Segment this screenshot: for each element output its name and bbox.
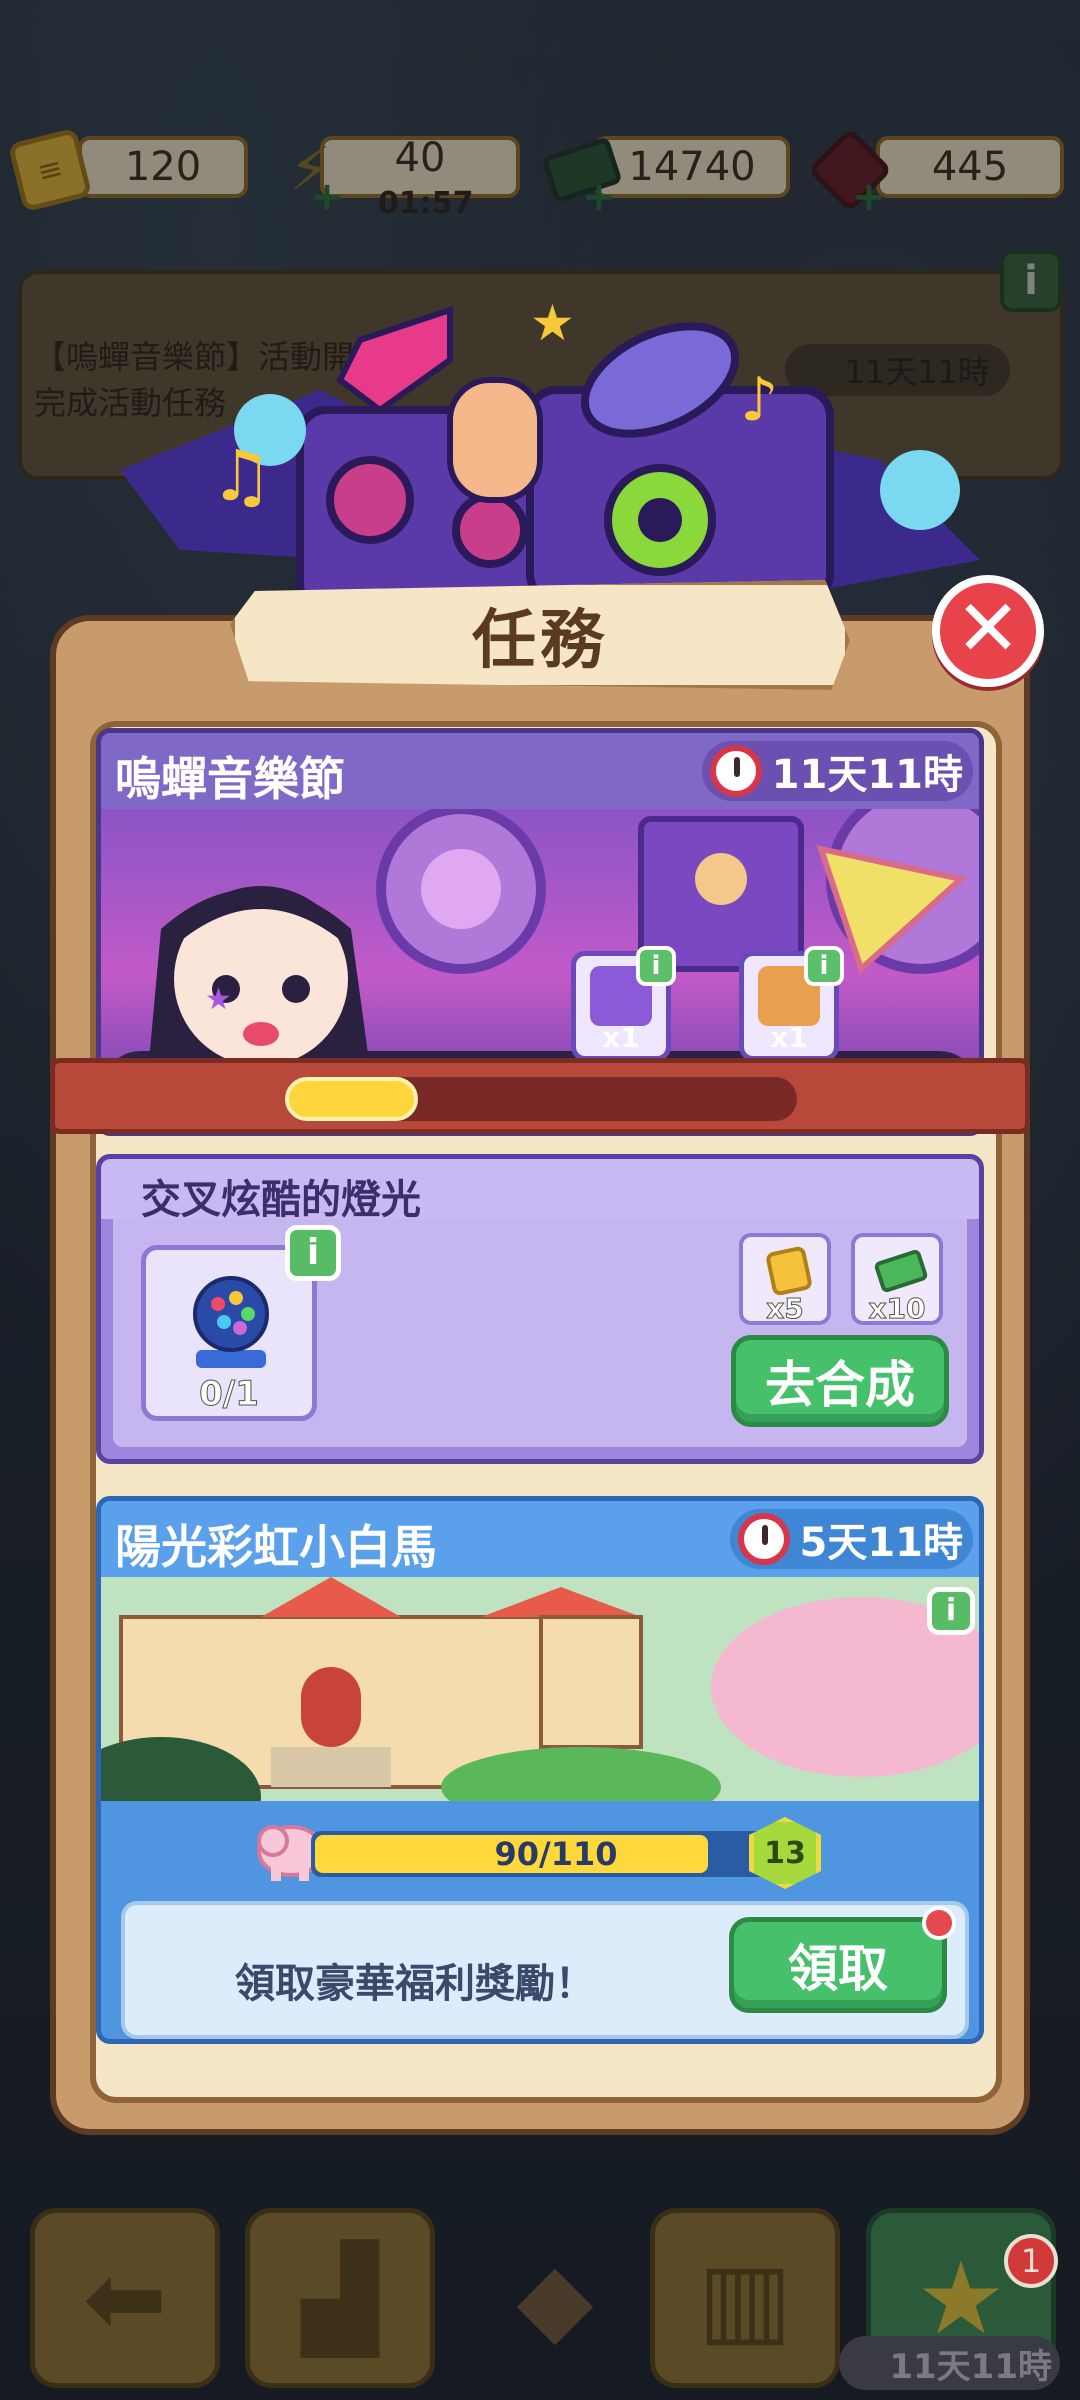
claim-button[interactable]: 領取	[729, 1906, 956, 2013]
svg-text:★: ★	[205, 982, 232, 1017]
podium-icon: ▟	[301, 2239, 379, 2357]
bottom-navigation: ⬅ ▟ ◆ ▥ ★ 1 11天11時	[0, 2200, 1080, 2400]
event-progress-shelf	[50, 1058, 1030, 1134]
task-reward-ticket[interactable]: x5	[739, 1233, 831, 1326]
event-card-header: 嗚蟬音樂節 11天11時	[101, 733, 979, 809]
music-festival-header-art: ♫ ♪ ★	[120, 300, 980, 614]
task-title: 交叉炫酷的燈光	[141, 1177, 421, 1223]
pony-card[interactable]: 陽光彩虹小白馬 5天11時 90/110 13 i 領取豪華福利獎勵！ 領取	[96, 1496, 984, 2044]
event-card-title: 嗚蟬音樂節	[115, 752, 345, 806]
svg-text:♪: ♪	[740, 365, 778, 435]
claim-reward-row: 領取豪華福利獎勵！ 領取	[121, 1901, 969, 2039]
center-button[interactable]: ◆	[460, 2208, 650, 2388]
task-card-header: 交叉炫酷的燈光	[101, 1159, 979, 1223]
info-icon[interactable]: i	[927, 1587, 975, 1635]
close-icon: ✕	[955, 584, 1021, 674]
clock-icon	[709, 745, 762, 797]
event-progress-fill	[285, 1077, 419, 1121]
task-card: 交叉炫酷的燈光 0/1 i x5 x10 去合成	[96, 1154, 984, 1464]
info-icon[interactable]: i	[804, 946, 844, 986]
tasks-timer: 11天11時	[839, 2336, 1060, 2390]
pony-card-title: 陽光彩虹小白馬	[115, 1520, 437, 1574]
claim-reward-text: 領取豪華福利獎勵！	[235, 1961, 595, 2007]
shop-button[interactable]: ▥	[650, 2208, 840, 2388]
clock-icon	[737, 1513, 790, 1565]
leaderboard-button[interactable]: ▟	[245, 2208, 435, 2388]
spotlight-icon	[193, 1276, 269, 1368]
go-merge-button[interactable]: 去合成	[731, 1335, 949, 1427]
pony-progress-bar: 90/110	[311, 1831, 801, 1877]
svg-text:★: ★	[530, 300, 575, 352]
event-reward-2[interactable]: i x1	[739, 946, 844, 1061]
panel-title: 任務	[472, 604, 608, 678]
back-arrow-icon: ⬅	[83, 2239, 167, 2357]
info-icon[interactable]: i	[285, 1225, 341, 1281]
cash-icon	[873, 1248, 929, 1294]
task-item-progress: 0/1	[199, 1374, 260, 1415]
back-button[interactable]: ⬅	[30, 2208, 220, 2388]
pony-card-header: 陽光彩虹小白馬 5天11時	[101, 1501, 979, 1577]
event-card-timer: 11天11時	[701, 741, 973, 801]
pony-card-timer: 5天11時	[729, 1509, 973, 1569]
event-progress-bar	[285, 1077, 797, 1121]
info-icon[interactable]: i	[636, 946, 676, 986]
event-reward-1[interactable]: i x1	[571, 946, 676, 1061]
ticket-icon	[764, 1245, 814, 1297]
close-button[interactable]: ✕	[932, 575, 1044, 687]
task-reward-cash[interactable]: x10	[851, 1233, 943, 1326]
pony-progress-text: 90/110	[494, 1835, 618, 1873]
notification-dot	[922, 1906, 956, 1940]
tasks-badge: 1	[1004, 2234, 1058, 2288]
svg-text:♫: ♫	[210, 435, 273, 517]
basket-icon: ▥	[697, 2239, 793, 2357]
sparkle-icon: ◆	[516, 2239, 594, 2357]
panel-title-banner: 任務	[230, 580, 850, 690]
